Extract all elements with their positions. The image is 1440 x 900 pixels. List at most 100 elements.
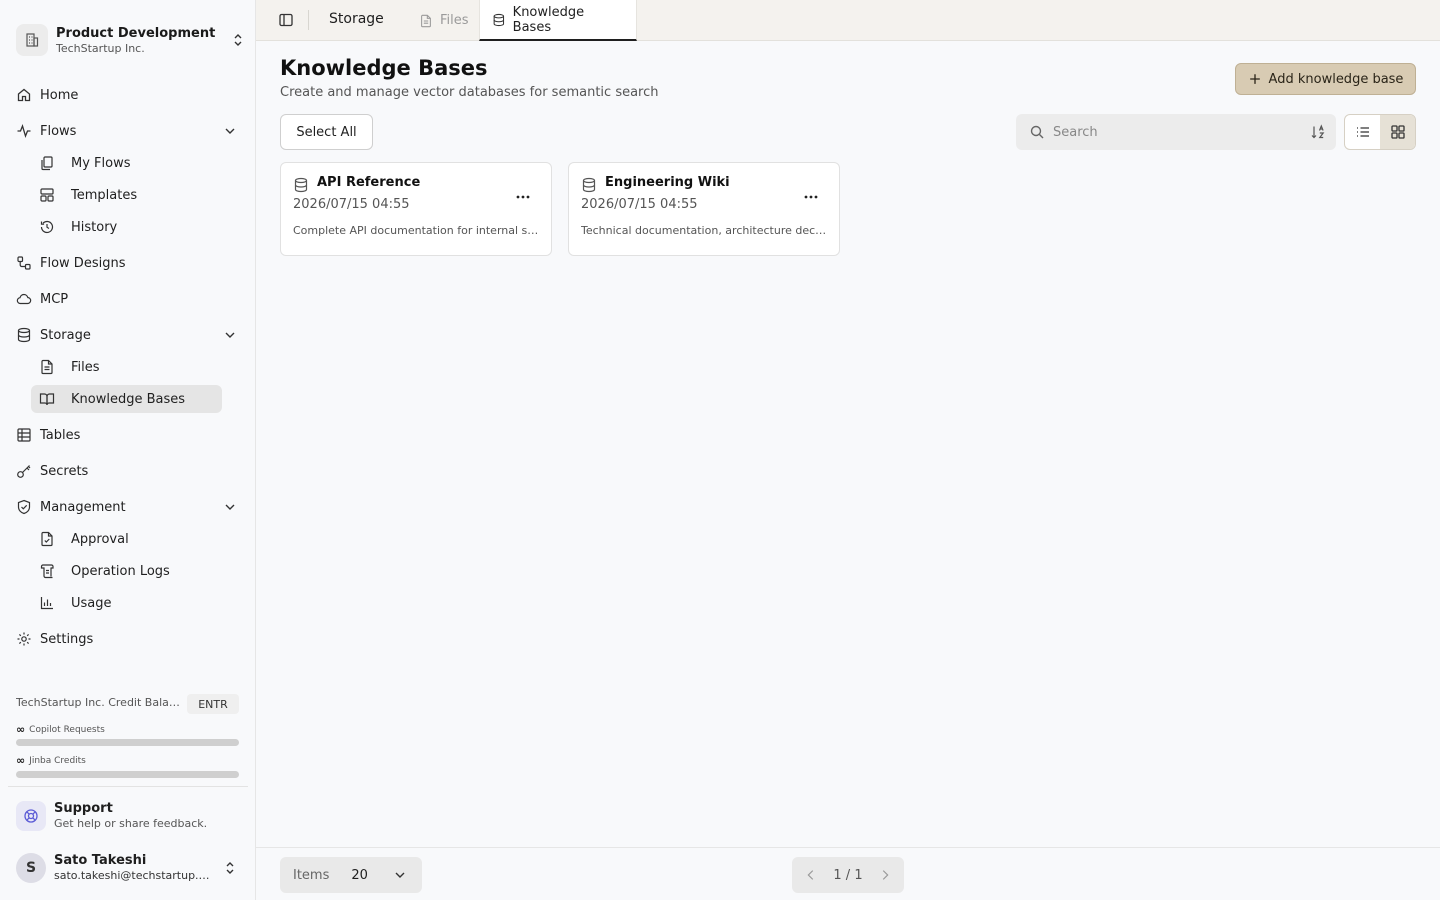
meter-label-text: Jinba Credits	[29, 755, 86, 766]
add-knowledge-base-button[interactable]: Add knowledge base	[1235, 63, 1416, 95]
page-indicator: 1 / 1	[833, 867, 863, 883]
key-icon	[17, 465, 31, 478]
chevron-down-icon[interactable]	[222, 499, 238, 515]
copilot-requests-meter	[16, 739, 239, 746]
search-icon	[1030, 125, 1044, 139]
bar-chart-icon	[40, 597, 53, 610]
card-date: 2026/07/15 04:55	[581, 197, 698, 212]
table-icon	[17, 428, 31, 442]
panel-left-icon[interactable]	[278, 12, 294, 28]
knowledge-base-card[interactable]: Engineering Wiki 2026/07/15 04:55 Techni…	[568, 162, 840, 256]
grid-view-button[interactable]	[1380, 115, 1415, 149]
chevron-down-icon[interactable]	[222, 123, 238, 139]
jinba-credits-meter	[16, 771, 239, 778]
layout-template-icon	[40, 188, 54, 202]
chevron-right-icon[interactable]	[878, 868, 892, 882]
sidebar-divider	[8, 786, 248, 787]
breadcrumb[interactable]: Storage	[329, 11, 384, 27]
topbar-divider	[308, 10, 309, 30]
nav-knowledge-bases[interactable]: Knowledge Bases	[31, 385, 222, 413]
nav-management[interactable]: Management	[8, 493, 248, 521]
nav-history[interactable]: History	[31, 213, 222, 241]
nav-files[interactable]: Files	[31, 353, 222, 381]
chevrons-up-down-icon	[234, 34, 242, 46]
page-subtitle: Create and manage vector databases for s…	[280, 85, 659, 100]
database-icon	[17, 327, 31, 343]
pager: 1 / 1	[792, 857, 904, 893]
cloud-icon	[16, 293, 32, 305]
page-title: Knowledge Bases	[280, 56, 488, 80]
database-icon	[294, 177, 308, 193]
history-icon	[40, 220, 54, 234]
nav-mcp[interactable]: MCP	[8, 285, 248, 313]
nav-secrets[interactable]: Secrets	[8, 457, 248, 485]
nav-storage[interactable]: Storage	[8, 321, 248, 349]
nav-tables[interactable]: Tables	[8, 421, 248, 449]
nav-usage[interactable]: Usage	[31, 589, 222, 617]
nav-operation-logs[interactable]: Operation Logs	[31, 557, 222, 585]
plan-badge: ENTR	[187, 694, 239, 714]
grid-icon	[1390, 125, 1405, 139]
tab-knowledge-bases-label: Knowledge Bases	[512, 4, 585, 35]
nav-flows[interactable]: Flows	[8, 117, 248, 145]
nav-home[interactable]: Home	[8, 81, 248, 109]
card-title: API Reference	[317, 175, 421, 190]
list-view-button[interactable]	[1345, 115, 1380, 149]
meter-label-copilot: ∞ Copilot Requests	[16, 723, 105, 736]
workflow-icon	[17, 256, 31, 270]
activity-icon	[17, 124, 31, 138]
plus-icon	[1249, 74, 1260, 84]
file-check-icon	[41, 531, 53, 547]
nav-flow-designs-label: Flow Designs	[40, 255, 126, 271]
pagination-footer: Items 20 1 / 1	[256, 847, 1440, 900]
avatar: S	[16, 853, 46, 883]
support-title: Support	[54, 801, 113, 816]
nav-my-flows-label: My Flows	[71, 155, 131, 171]
knowledge-base-card[interactable]: API Reference 2026/07/15 04:55 Complete …	[280, 162, 552, 256]
tab-knowledge-bases[interactable]: Knowledge Bases	[479, 0, 637, 41]
nav-flow-designs[interactable]: Flow Designs	[8, 249, 248, 277]
items-value: 20	[351, 867, 368, 883]
nav-approval-label: Approval	[71, 531, 129, 547]
life-buoy-icon	[16, 801, 46, 831]
sidebar: Product Development TechStartup Inc. Hom…	[0, 0, 256, 900]
chevron-left-icon[interactable]	[804, 868, 818, 882]
sort-az-icon[interactable]	[1310, 124, 1326, 140]
database-icon	[582, 177, 596, 193]
tab-files[interactable]: Files	[407, 0, 481, 41]
nav-storage-label: Storage	[40, 327, 91, 343]
nav-settings[interactable]: Settings	[8, 625, 248, 653]
list-icon	[1356, 127, 1369, 137]
database-icon	[493, 13, 505, 26]
select-all-button[interactable]: Select All	[280, 114, 373, 150]
nav-templates-label: Templates	[71, 187, 138, 203]
org-switcher[interactable]: Product Development TechStartup Inc.	[16, 22, 246, 58]
nav-secrets-label: Secrets	[40, 463, 89, 479]
nav-templates[interactable]: Templates	[31, 181, 222, 209]
card-description: Technical documentation, architecture de…	[581, 224, 827, 237]
user-menu[interactable]: S Sato Takeshi sato.takeshi@techstartup.…	[16, 852, 246, 884]
search-input[interactable]	[1053, 124, 1303, 140]
user-email: sato.takeshi@techstartup.com	[54, 869, 214, 882]
more-horizontal-icon[interactable]	[515, 189, 531, 205]
files-stack-icon	[41, 156, 53, 171]
nav-usage-label: Usage	[71, 595, 112, 611]
meter-label-credits: ∞ Jinba Credits	[16, 754, 86, 767]
nav-my-flows[interactable]: My Flows	[31, 149, 222, 177]
user-name: Sato Takeshi	[54, 853, 147, 868]
search-box[interactable]	[1016, 114, 1336, 150]
nav-approval[interactable]: Approval	[31, 525, 222, 553]
items-per-page-select[interactable]: Items 20	[280, 857, 422, 893]
gear-icon	[17, 632, 31, 646]
chevron-down-icon[interactable]	[222, 327, 238, 343]
view-mode-toggle	[1344, 114, 1416, 150]
building-icon	[16, 24, 48, 56]
more-horizontal-icon[interactable]	[803, 189, 819, 205]
scroll-text-icon	[40, 564, 54, 579]
nav-operation-logs-label: Operation Logs	[71, 563, 170, 579]
chevrons-up-down-icon	[226, 862, 234, 874]
infinity-icon: ∞	[16, 754, 26, 767]
nav-history-label: History	[71, 219, 118, 235]
support-link[interactable]: Support Get help or share feedback.	[16, 800, 246, 832]
card-date: 2026/07/15 04:55	[293, 197, 410, 212]
